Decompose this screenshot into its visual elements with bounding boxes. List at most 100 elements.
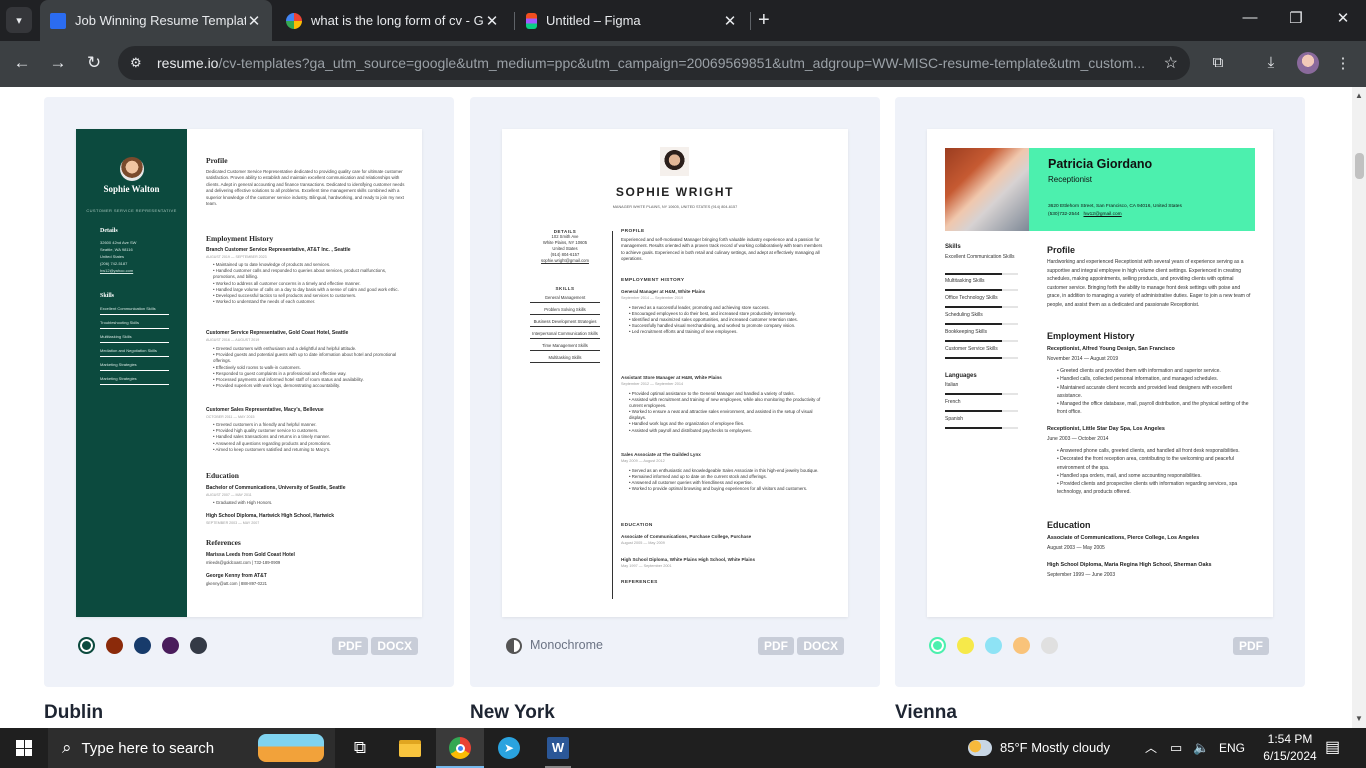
telegram-icon[interactable]: ➤ (493, 728, 525, 768)
template-card-vienna[interactable]: Patricia Giordano Receptionist 3620 Ettl… (895, 97, 1305, 687)
skill-label: Interpersonal Communication Skills (530, 329, 600, 339)
page-scrollbar[interactable]: ▲ ▼ (1352, 87, 1366, 728)
resume-preview-vienna[interactable]: Patricia Giordano Receptionist 3620 Ettl… (927, 129, 1273, 617)
notifications-icon[interactable]: ▤ (1325, 728, 1340, 768)
job-bullets: • Answered phone calls, greeted clients,… (1057, 447, 1255, 497)
bullet: • Graduated with High Honors. (213, 500, 273, 505)
google-icon (286, 12, 302, 29)
color-swatch[interactable] (106, 637, 123, 654)
template-card-dublin[interactable]: Sophie Walton CUSTOMER SERVICE REPRESENT… (44, 97, 454, 687)
search-placeholder: Type here to search (81, 739, 215, 757)
job-dates: September 2012 — September 2014 (621, 382, 684, 386)
color-variant-label: Monochrome (530, 638, 603, 652)
profile-text: Experienced and self-motivated Manager b… (621, 237, 823, 262)
template-name[interactable]: New York (470, 702, 555, 724)
references-heading: References (206, 538, 241, 547)
figma-icon (526, 12, 537, 29)
resume-photo (945, 148, 1029, 231)
bullet: • Decorated the front reception area, co… (1057, 456, 1234, 471)
job-title: Assistant Store Manager at H&M, White Pl… (621, 375, 722, 380)
template-name[interactable]: Dublin (44, 702, 103, 724)
skills-heading: SKILLS (555, 286, 575, 291)
weather-icon[interactable] (966, 728, 994, 768)
color-swatch-selected[interactable] (78, 637, 95, 654)
tab-search-button[interactable]: ▾ (6, 7, 32, 33)
color-swatch[interactable] (190, 637, 207, 654)
template-card-new-york[interactable]: SOPHIE WRIGHT MANAGER WHITE PLAINS, NY 1… (470, 97, 880, 687)
word-icon[interactable]: W (542, 728, 574, 768)
battery-icon[interactable]: ▭ (1170, 728, 1182, 768)
extensions-icon[interactable]: ⧉ (1208, 54, 1228, 71)
search-highlight-image (258, 734, 324, 762)
skill-label: Scheduling Skills (945, 312, 983, 318)
skill-bar (100, 342, 169, 343)
profile-text: Hardworking and experienced Receptionist… (1047, 259, 1251, 308)
color-swatch-selected[interactable] (929, 637, 946, 654)
template-name[interactable]: Vienna (895, 702, 957, 724)
bullet: • Provided superiors with work logs, dem… (213, 383, 341, 389)
tab-google-search[interactable]: what is the long form of cv - Go ✕ (276, 0, 510, 41)
page-content: Sophie Walton CUSTOMER SERVICE REPRESENT… (0, 87, 1352, 728)
taskbar-search[interactable]: ⌕ Type here to search (48, 728, 335, 768)
volume-icon[interactable]: 🔈 (1193, 728, 1209, 768)
resume-preview-new-york[interactable]: SOPHIE WRIGHT MANAGER WHITE PLAINS, NY 1… (502, 129, 848, 617)
menu-kebab-icon[interactable]: ⋮ (1333, 54, 1353, 72)
url-text[interactable]: resume.io/cv-templates?ga_utm_source=goo… (157, 55, 1152, 71)
input-language[interactable]: ENG (1219, 728, 1245, 768)
education-title: Associate of Communications, Pierce Coll… (1047, 535, 1200, 541)
chrome-taskbar-icon[interactable] (436, 728, 484, 768)
resume-name: Patricia Giordano (1048, 157, 1153, 171)
scroll-up-icon[interactable]: ▲ (1355, 91, 1363, 100)
color-swatch[interactable] (162, 637, 179, 654)
bookmark-star-icon[interactable]: ☆ (1164, 53, 1178, 73)
tray-chevron-up-icon[interactable]: ︿ (1145, 728, 1157, 768)
download-icon[interactable]: ⤓ (1261, 54, 1281, 71)
site-settings-icon[interactable]: ⚙ (130, 55, 148, 71)
file-explorer-icon[interactable] (394, 728, 426, 768)
close-tab-icon[interactable]: ✕ (722, 12, 738, 30)
bullet: • Handled customer calls and responded t… (213, 268, 387, 280)
color-swatch[interactable] (134, 637, 151, 654)
address-bar[interactable]: ⚙ resume.io/cv-templates?ga_utm_source=g… (118, 46, 1190, 80)
close-tab-icon[interactable]: ✕ (484, 12, 500, 30)
url-path: /cv-templates?ga_utm_source=google&utm_m… (218, 55, 1146, 71)
profile-avatar[interactable] (1297, 52, 1319, 74)
skill-label: Multitasking Skills (945, 278, 985, 284)
system-clock[interactable]: 1:54 PM 6/15/2024 (1260, 731, 1320, 765)
scroll-down-icon[interactable]: ▼ (1355, 714, 1363, 723)
minimize-icon[interactable]: — (1240, 9, 1260, 26)
bullet: • Answered phone calls, greeted clients,… (1057, 448, 1240, 454)
resume-name: Sophie Walton (103, 184, 160, 194)
color-swatch[interactable] (1041, 637, 1058, 654)
color-swatch[interactable] (957, 637, 974, 654)
windows-start-icon[interactable] (8, 728, 40, 768)
language-label: Italian (945, 382, 959, 388)
tab-figma[interactable]: Untitled – Figma ✕ (516, 0, 748, 41)
job-dates: AUGUST 2016 — AUGUST 2019 (206, 338, 260, 342)
job-dates: May 2009 — August 2012 (621, 459, 665, 463)
forward-arrow-icon[interactable]: → (48, 53, 68, 73)
new-tab-icon[interactable]: + (758, 9, 770, 32)
close-window-icon[interactable]: ✕ (1333, 9, 1353, 27)
language-bar (945, 393, 1018, 395)
skill-label: Troubleshooting Skills (100, 320, 139, 325)
reference-contact: mleeds@goldcoast.com | 732-189-0909 (206, 560, 281, 565)
resume-photo (120, 157, 144, 181)
tab-resume-templates[interactable]: Job Winning Resume Templates ✕ (40, 0, 272, 41)
bullet: • Worked to provide optimal browsing and… (629, 486, 808, 492)
weather-text[interactable]: 85°F Mostly cloudy (1000, 728, 1110, 768)
resume-main: PROFILE Experienced and self-motivated M… (621, 129, 824, 617)
detail-line: United States (100, 254, 125, 259)
color-swatch[interactable] (1013, 637, 1030, 654)
back-arrow-icon[interactable]: ← (12, 53, 32, 73)
scrollbar-thumb[interactable] (1355, 153, 1364, 179)
resume-preview-dublin[interactable]: Sophie Walton CUSTOMER SERVICE REPRESENT… (76, 129, 422, 617)
language-bar (945, 410, 1018, 412)
restore-icon[interactable]: ❐ (1286, 9, 1306, 27)
color-swatch[interactable] (985, 637, 1002, 654)
task-view-icon[interactable]: ⧉ (345, 728, 375, 768)
monochrome-icon[interactable] (506, 638, 522, 654)
reload-icon[interactable]: ↻ (84, 53, 104, 73)
close-tab-icon[interactable]: ✕ (246, 12, 262, 30)
skill-bar (945, 340, 1018, 342)
